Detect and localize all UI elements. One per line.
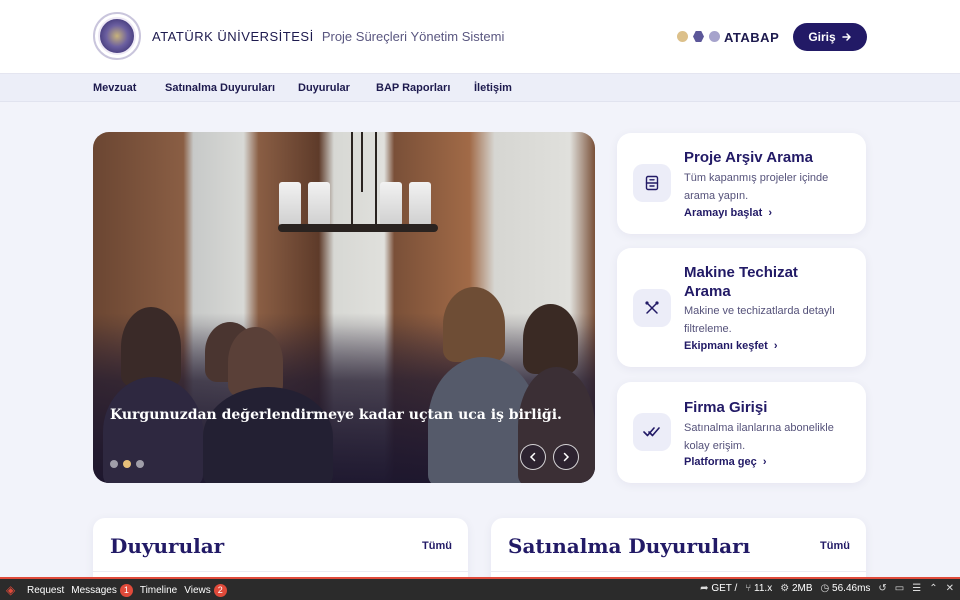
debugbar-logo-icon[interactable]: ◈	[6, 583, 20, 597]
lamp-shade	[380, 182, 402, 226]
archive-icon	[633, 164, 671, 202]
site-header: ATATÜRK ÜNİVERSİTESİ Proje Süreçleri Yön…	[0, 0, 960, 74]
login-label: Giriş	[808, 30, 836, 44]
chevron-right-icon: ›	[765, 207, 773, 219]
university-name: ATATÜRK ÜNİVERSİTESİ	[152, 29, 314, 44]
card-makine-techizat-arama[interactable]: Makine Techizat Arama Makine ve techizat…	[617, 248, 866, 367]
person-silhouette	[203, 387, 333, 483]
university-logo[interactable]	[93, 12, 141, 60]
card-firma-girisi[interactable]: Firma Girişi Satınalma ilanlarına abonel…	[617, 382, 866, 483]
chandelier	[278, 224, 438, 232]
lamp-shade	[409, 182, 431, 226]
slider-next-button[interactable]	[553, 444, 579, 470]
system-subtitle: Proje Süreçleri Yönetim Sistemi	[321, 29, 505, 44]
nav-item-bap-raporlari[interactable]: BAP Raporları	[376, 82, 450, 94]
hero-caption: Kurgunuzdan değerlendirmeye kadar uçtan …	[110, 407, 562, 423]
card-link-label: Aramayı başlat	[684, 207, 763, 219]
nav-item-duyurular[interactable]: Duyurular	[298, 82, 350, 94]
panel-title: Duyurular	[110, 534, 225, 558]
debug-tab-views[interactable]: Views 2	[184, 583, 227, 597]
clock-icon: ◷	[820, 583, 833, 594]
request-method[interactable]: ➦ GET /	[700, 583, 737, 594]
memory-icon: ⚙	[780, 583, 792, 594]
chevron-right-icon	[563, 452, 570, 462]
chevron-left-icon	[529, 452, 536, 462]
nav-item-iletisim[interactable]: İletişim	[474, 82, 512, 94]
nav-item-mevzuat[interactable]: Mevzuat	[93, 82, 136, 94]
brand-dot-lilac	[709, 31, 720, 42]
memory-usage[interactable]: ⚙ 2MB	[780, 583, 812, 594]
card-description: Satınalma ilanlarına abonelikle kolay er…	[684, 422, 834, 452]
hero-slider: Kurgunuzdan değerlendirmeye kadar uçtan …	[93, 132, 595, 483]
person-silhouette	[443, 287, 505, 362]
version-icon: ⑂	[745, 583, 755, 594]
share-icon: ➦	[700, 583, 712, 594]
history-icon[interactable]: ↺	[878, 583, 886, 594]
slider-dot[interactable]	[136, 460, 144, 468]
card-link[interactable]: Aramayı başlat ›	[684, 207, 772, 219]
card-link[interactable]: Ekipmanı keşfet ›	[684, 340, 778, 352]
debug-tab-messages[interactable]: Messages 1	[71, 583, 133, 597]
card-proje-arsiv-arama[interactable]: Proje Arşiv Arama Tüm kapanmış projeler …	[617, 133, 866, 234]
brand-hex-indigo	[693, 31, 704, 42]
double-check-icon	[633, 413, 671, 451]
count-badge: 1	[119, 583, 133, 597]
debug-tab-timeline[interactable]: Timeline	[140, 585, 177, 596]
atabap-brand[interactable]: ATABAP	[724, 30, 779, 45]
lamp-shade	[308, 182, 330, 226]
card-description: Tüm kapanmış projeler içinde arama yapın…	[684, 172, 829, 202]
slider-dot-active[interactable]	[123, 460, 131, 468]
chevron-up-icon[interactable]: ⌃	[929, 583, 937, 594]
count-badge: 2	[213, 583, 227, 597]
close-icon[interactable]: ✕	[946, 583, 954, 594]
settings-icon[interactable]: ☰	[912, 583, 921, 594]
chevron-right-icon: ›	[759, 456, 767, 468]
view-all-link[interactable]: Tümü	[820, 540, 850, 552]
view-all-link[interactable]: Tümü	[422, 540, 452, 552]
slider-dot[interactable]	[110, 460, 118, 468]
slider-dots	[110, 460, 144, 468]
card-link-label: Ekipmanı keşfet	[684, 340, 768, 352]
card-title: Firma Girişi	[684, 399, 768, 416]
card-title: Proje Arşiv Arama	[684, 149, 813, 166]
lamp-shade	[279, 182, 301, 226]
person-silhouette	[523, 304, 578, 374]
nav-item-satinalma-duyurulari[interactable]: Satınalma Duyuruları	[165, 82, 275, 94]
request-time[interactable]: ◷ 56.46ms	[821, 583, 871, 594]
slider-prev-button[interactable]	[520, 444, 546, 470]
debug-bar: ◈ Request Messages 1 Timeline Views 2 ➦ GE…	[0, 577, 960, 600]
panel-title: Satınalma Duyuruları	[508, 534, 751, 558]
framework-version[interactable]: ⑂ 11.x	[745, 583, 772, 594]
debug-tab-request[interactable]: Request	[27, 585, 64, 596]
card-link-label: Platforma geç	[684, 456, 757, 468]
login-button[interactable]: Giriş	[793, 23, 867, 51]
brand-dot-gold	[677, 31, 688, 42]
arrow-right-icon	[841, 33, 851, 41]
tools-icon	[633, 289, 671, 327]
brand-dots	[677, 31, 720, 42]
chevron-right-icon: ›	[770, 340, 778, 352]
site-brand[interactable]: ATATÜRK ÜNİVERSİTESİ Proje Süreçleri Yön…	[152, 29, 504, 44]
person-silhouette	[121, 307, 181, 387]
folder-icon[interactable]: ▭	[895, 583, 904, 594]
main-nav: Mevzuat Satınalma Duyuruları Duyurular B…	[0, 74, 960, 102]
card-title: Makine Techizat Arama	[684, 264, 798, 300]
card-description: Makine ve techizatlarda detaylı filtrele…	[684, 305, 836, 335]
card-link[interactable]: Platforma geç ›	[684, 456, 767, 468]
